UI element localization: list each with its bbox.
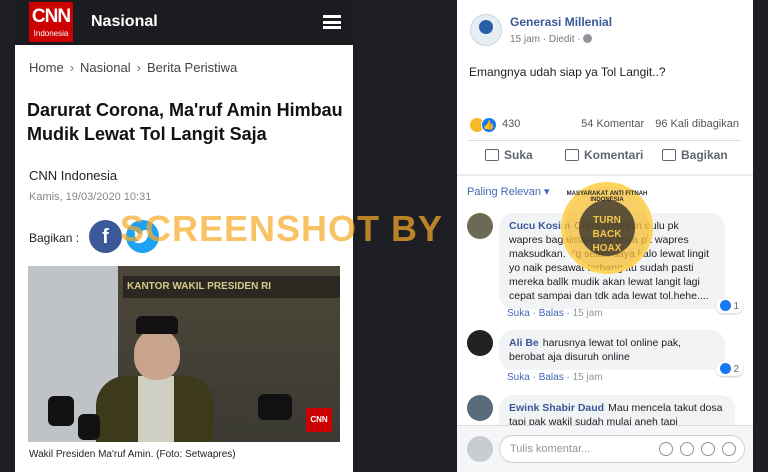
- like-reaction-icon: [720, 300, 732, 311]
- share-label: Bagikan :: [29, 231, 80, 245]
- share-label: Bagikan: [681, 148, 728, 162]
- badge-center-text: TURN BACK HOAX: [579, 200, 635, 256]
- turnbackhoax-badge: MASYARAKAT ANTI FITNAH INDONESIA TURN BA…: [561, 182, 653, 274]
- microphone-icon: [48, 396, 74, 426]
- comment-input[interactable]: Tulis komentar...: [499, 435, 745, 463]
- thumbs-up-icon: [485, 149, 499, 161]
- article-photo: KANTOR WAKIL PRESIDEN RI CNN: [28, 266, 340, 442]
- article-date: Kamis, 19/03/2020 10:31: [29, 191, 152, 203]
- post-stats: 54 Komentar 96 Kali dibagikan: [573, 118, 739, 130]
- comment-bubble: Ewink Shabir Daud Mau mencela takut dosa …: [499, 395, 735, 425]
- camera-icon[interactable]: [680, 442, 694, 456]
- hamburger-menu-icon[interactable]: [323, 15, 341, 29]
- like-reaction-icon: [720, 363, 732, 374]
- breadcrumb-berita-peristiwa[interactable]: Berita Peristiwa: [147, 60, 237, 75]
- user-avatar: [467, 436, 493, 462]
- article-source: CNN Indonesia: [29, 168, 118, 183]
- comment-reaction-count[interactable]: 1: [716, 299, 743, 313]
- emoji-icon[interactable]: [659, 442, 673, 456]
- comment-time[interactable]: 15 jam: [573, 308, 603, 319]
- section-title[interactable]: Nasional: [91, 13, 158, 31]
- photo-caption: Wakil Presiden Ma'ruf Amin. (Foto: Setwa…: [29, 449, 236, 460]
- divider: [457, 174, 753, 176]
- comment-actions: Suka · Balas · 15 jam: [507, 372, 603, 383]
- comment-composer: Tulis komentar...: [457, 425, 753, 472]
- comment-actions: Suka · Balas · 15 jam: [507, 308, 603, 319]
- watermark-text: SCREENSHOT BY: [120, 208, 444, 249]
- reaction-icons[interactable]: 👍: [469, 117, 499, 133]
- like-label: Suka: [504, 148, 533, 162]
- comment-input-placeholder: Tulis komentar...: [510, 443, 591, 455]
- person-hat: [136, 316, 178, 334]
- divider: [469, 140, 741, 141]
- page-avatar[interactable]: [470, 14, 502, 46]
- comment-icon: [565, 149, 579, 161]
- comment-item: Ali Be harusnya lewat tol online pak, ber…: [467, 330, 743, 386]
- post-text: Emangnya udah siap ya Tol Langit..?: [469, 65, 666, 79]
- commenter-avatar[interactable]: [467, 395, 493, 421]
- photo-sign: KANTOR WAKIL PRESIDEN RI: [123, 276, 340, 298]
- comment-item: Ewink Shabir Daud Mau mencela takut dosa …: [467, 395, 743, 425]
- comment-like-link[interactable]: Suka: [507, 308, 530, 319]
- like-button[interactable]: Suka: [485, 148, 533, 162]
- breadcrumb-home[interactable]: Home: [29, 60, 64, 75]
- person-face: [134, 330, 180, 380]
- microphone-icon: [258, 394, 292, 420]
- person-figure: [96, 316, 214, 442]
- comment-time[interactable]: 15 jam: [573, 372, 603, 383]
- comment-label: Komentari: [584, 148, 644, 162]
- comment-sort-dropdown[interactable]: Paling Relevan ▾: [467, 185, 550, 198]
- globe-icon: [583, 34, 593, 43]
- facebook-share-icon[interactable]: f: [89, 220, 122, 253]
- commenter-avatar[interactable]: [467, 330, 493, 356]
- post-meta-text: 15 jam · Diedit ·: [510, 34, 581, 45]
- comment-reply-link[interactable]: Balas: [539, 308, 564, 319]
- comment-bubble: Ali Be harusnya lewat tol online pak, ber…: [499, 330, 725, 370]
- comment-button[interactable]: Komentari: [565, 148, 643, 162]
- gif-icon[interactable]: [701, 442, 715, 456]
- cnn-logo[interactable]: CNN Indonesia: [29, 2, 73, 42]
- shares-count[interactable]: 96 Kali dibagikan: [655, 118, 739, 130]
- person-shirt: [138, 376, 174, 442]
- post-actions: Suka Komentari Bagikan: [457, 148, 753, 168]
- comment-author[interactable]: Ali Be: [509, 337, 539, 349]
- page-name[interactable]: Generasi Millenial: [510, 15, 612, 29]
- chevron-right-icon: ›: [136, 60, 141, 75]
- like-reaction-icon: 👍: [481, 117, 497, 133]
- post-meta: 15 jam · Diedit ·: [510, 34, 593, 45]
- commenter-avatar[interactable]: [467, 213, 493, 239]
- article-headline: Darurat Corona, Ma'ruf Amin Himbau Mudik…: [27, 100, 343, 144]
- composer-icons: [652, 442, 736, 461]
- cnn-header: CNN Indonesia Nasional: [15, 0, 353, 45]
- sticker-icon[interactable]: [722, 442, 736, 456]
- cnn-logo-text: CNN: [31, 6, 71, 27]
- comment-reply-link[interactable]: Balas: [539, 372, 564, 383]
- comment-like-link[interactable]: Suka: [507, 372, 530, 383]
- reaction-count[interactable]: 430: [502, 118, 520, 130]
- share-button[interactable]: Bagikan: [662, 148, 728, 162]
- microphone-icon: [78, 414, 100, 440]
- cnn-logo-subtext: Indonesia: [33, 29, 69, 38]
- comments-count[interactable]: 54 Komentar: [581, 118, 644, 130]
- cnn-badge: CNN: [306, 408, 332, 432]
- breadcrumb-nasional[interactable]: Nasional: [80, 60, 131, 75]
- comment-reaction-count[interactable]: 2: [716, 362, 743, 376]
- comment-author[interactable]: Ewink Shabir Daud: [509, 402, 604, 414]
- share-arrow-icon: [662, 149, 676, 161]
- comment-reaction-number: 1: [733, 301, 739, 312]
- comment-reaction-number: 2: [733, 364, 739, 375]
- chevron-right-icon: ›: [69, 60, 75, 75]
- breadcrumb: Home › Nasional › Berita Peristiwa: [29, 60, 237, 75]
